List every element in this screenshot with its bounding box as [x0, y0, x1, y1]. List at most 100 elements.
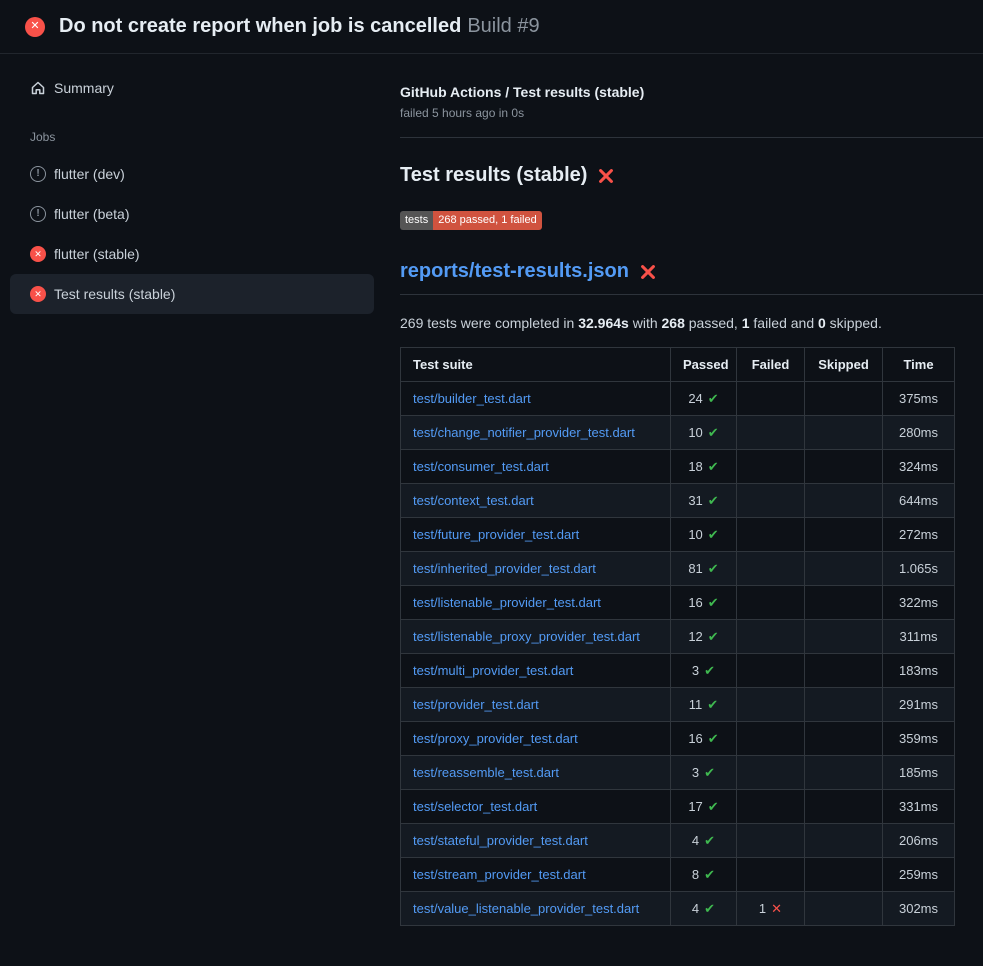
- test-suite-link[interactable]: test/change_notifier_provider_test.dart: [413, 425, 635, 440]
- sidebar-item-flutter-dev[interactable]: ! flutter (dev): [10, 154, 374, 194]
- failed-cell: [737, 450, 805, 484]
- passed-cell-value: 4: [692, 833, 699, 848]
- suite-cell: test/selector_test.dart: [401, 790, 671, 824]
- status-line: failed 5 hours ago in 0s: [400, 106, 983, 120]
- test-suite-link[interactable]: test/proxy_provider_test.dart: [413, 731, 578, 746]
- badge-value: 268 passed, 1 failed: [433, 211, 541, 230]
- sidebar-item-label: flutter (dev): [54, 166, 125, 182]
- failed-icon: ✕: [30, 246, 46, 262]
- test-suite-link[interactable]: test/listenable_provider_test.dart: [413, 595, 601, 610]
- passed-cell-value: 11: [689, 697, 703, 712]
- check-icon: ✔: [708, 527, 719, 542]
- skipped-cell: [805, 790, 883, 824]
- time-cell: 206ms: [883, 824, 955, 858]
- passed-cell-value: 8: [692, 867, 699, 882]
- test-suite-link[interactable]: test/selector_test.dart: [413, 799, 537, 814]
- passed-cell: 81✔: [671, 552, 737, 586]
- summary-passed-count: 268: [662, 315, 685, 331]
- skipped-cell: [805, 450, 883, 484]
- test-suite-link[interactable]: test/inherited_provider_test.dart: [413, 561, 596, 576]
- test-suite-link[interactable]: test/stateful_provider_test.dart: [413, 833, 588, 848]
- passed-cell-value: 3: [692, 765, 699, 780]
- check-icon: ✔: [708, 493, 719, 508]
- summary-text: skipped.: [826, 315, 882, 331]
- sidebar-item-test-results-stable[interactable]: ✕Test results (stable): [10, 274, 374, 314]
- failed-cell: [737, 518, 805, 552]
- skipped-cell: [805, 552, 883, 586]
- table-row: test/consumer_test.dart18✔324ms: [401, 450, 955, 484]
- suite-cell: test/context_test.dart: [401, 484, 671, 518]
- home-icon: [30, 80, 46, 96]
- failed-cell: [737, 688, 805, 722]
- sidebar-item-flutter-beta[interactable]: !flutter (beta): [10, 194, 374, 234]
- suite-cell: test/provider_test.dart: [401, 688, 671, 722]
- failed-cell: [737, 654, 805, 688]
- suite-cell: test/multi_provider_test.dart: [401, 654, 671, 688]
- check-icon: ✔: [708, 799, 719, 814]
- test-suite-link[interactable]: test/future_provider_test.dart: [413, 527, 579, 542]
- skipped-cell: [805, 416, 883, 450]
- build-header: ✕ Do not create report when job is cance…: [0, 0, 983, 54]
- results-table: Test suite Passed Failed Skipped Time te…: [400, 347, 955, 926]
- failed-cell-value: 1: [759, 901, 766, 916]
- failed-cell: [737, 790, 805, 824]
- failed-cell: [737, 620, 805, 654]
- passed-cell: 10✔: [671, 518, 737, 552]
- summary-text: passed,: [685, 315, 742, 331]
- table-row: test/builder_test.dart24✔375ms: [401, 382, 955, 416]
- check-icon: ✔: [708, 731, 719, 746]
- time-cell: 331ms: [883, 790, 955, 824]
- breadcrumb: GitHub Actions / Test results (stable): [400, 84, 983, 100]
- test-suite-link[interactable]: test/stream_provider_test.dart: [413, 867, 586, 882]
- passed-cell: 16✔: [671, 586, 737, 620]
- test-suite-link[interactable]: test/context_test.dart: [413, 493, 534, 508]
- sidebar-summary-label: Summary: [54, 80, 114, 96]
- test-suite-link[interactable]: test/provider_test.dart: [413, 697, 539, 712]
- report-title: reports/test-results.json: [400, 260, 983, 295]
- suite-cell: test/change_notifier_provider_test.dart: [401, 416, 671, 450]
- test-suite-link[interactable]: test/value_listenable_provider_test.dart: [413, 901, 639, 916]
- passed-cell: 31✔: [671, 484, 737, 518]
- failed-icon: ✕: [30, 286, 46, 302]
- report-link[interactable]: reports/test-results.json: [400, 260, 629, 283]
- table-row: test/selector_test.dart17✔331ms: [401, 790, 955, 824]
- time-cell: 1.065s: [883, 552, 955, 586]
- suite-cell: test/consumer_test.dart: [401, 450, 671, 484]
- skipped-cell: [805, 688, 883, 722]
- main-content: GitHub Actions / Test results (stable) f…: [384, 54, 983, 966]
- test-suite-link[interactable]: test/builder_test.dart: [413, 391, 531, 406]
- time-cell: 302ms: [883, 892, 955, 926]
- failed-cell: [737, 858, 805, 892]
- failed-cell: [737, 824, 805, 858]
- build-number: Build #9: [467, 15, 539, 37]
- suite-cell: test/future_provider_test.dart: [401, 518, 671, 552]
- suite-cell: test/reassemble_test.dart: [401, 756, 671, 790]
- failed-cell: [737, 484, 805, 518]
- suite-cell: test/builder_test.dart: [401, 382, 671, 416]
- warning-icon: !: [30, 166, 46, 182]
- test-suite-link[interactable]: test/multi_provider_test.dart: [413, 663, 573, 678]
- passed-cell-value: 4: [692, 901, 699, 916]
- test-suite-link[interactable]: test/consumer_test.dart: [413, 459, 549, 474]
- time-cell: 259ms: [883, 858, 955, 892]
- table-header-row: Test suite Passed Failed Skipped Time: [401, 348, 955, 382]
- skipped-cell: [805, 382, 883, 416]
- tests-badge: tests 268 passed, 1 failed: [400, 211, 542, 230]
- failed-cell: [737, 416, 805, 450]
- time-cell: 322ms: [883, 586, 955, 620]
- build-failed-icon: ✕: [25, 17, 45, 37]
- table-row: test/proxy_provider_test.dart16✔359ms: [401, 722, 955, 756]
- test-suite-link[interactable]: test/listenable_proxy_provider_test.dart: [413, 629, 640, 644]
- sidebar-item-summary[interactable]: Summary: [10, 68, 374, 108]
- jobs-section-label: Jobs: [30, 130, 384, 144]
- failed-x-icon: [639, 263, 657, 281]
- passed-cell: 3✔: [671, 756, 737, 790]
- check-icon: ✔: [708, 391, 719, 406]
- test-suite-link[interactable]: test/reassemble_test.dart: [413, 765, 559, 780]
- failed-cell: 1✕: [737, 892, 805, 926]
- summary-time: 32.964s: [578, 315, 629, 331]
- passed-cell: 4✔: [671, 892, 737, 926]
- passed-cell-value: 16: [688, 595, 702, 610]
- summary-text: with: [629, 315, 662, 331]
- sidebar-item-flutter-stable[interactable]: ✕flutter (stable): [10, 234, 374, 274]
